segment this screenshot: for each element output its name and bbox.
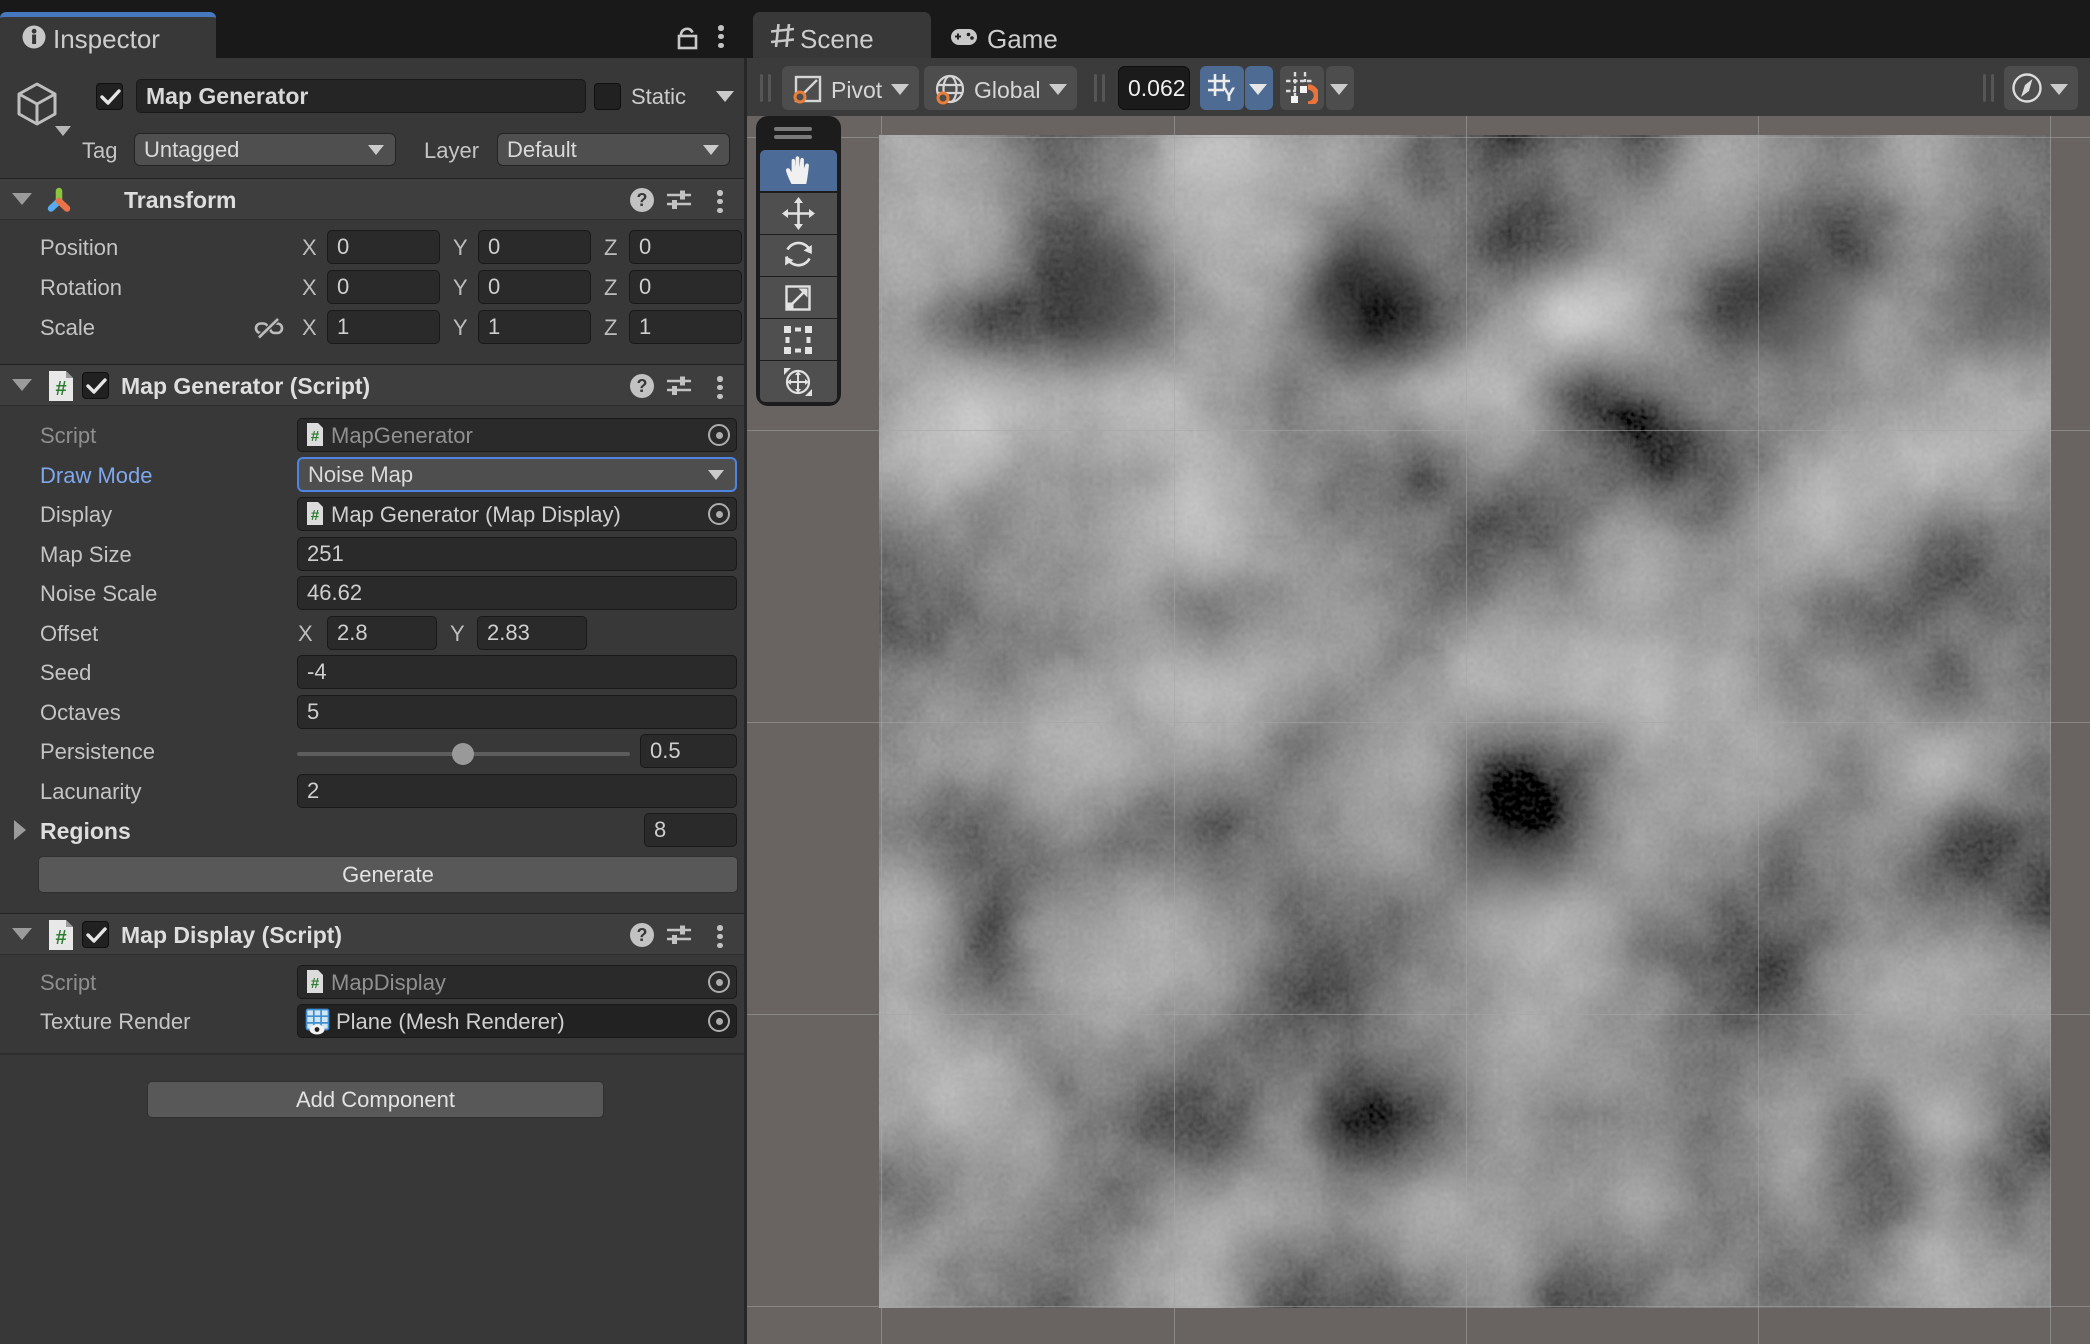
svg-text:#: # <box>55 378 66 400</box>
svg-text:#: # <box>311 507 320 524</box>
svg-text:#: # <box>55 927 66 949</box>
svg-text:Y: Y <box>1223 85 1236 104</box>
svg-text:#: # <box>311 975 320 992</box>
svg-text:#: # <box>311 428 320 445</box>
